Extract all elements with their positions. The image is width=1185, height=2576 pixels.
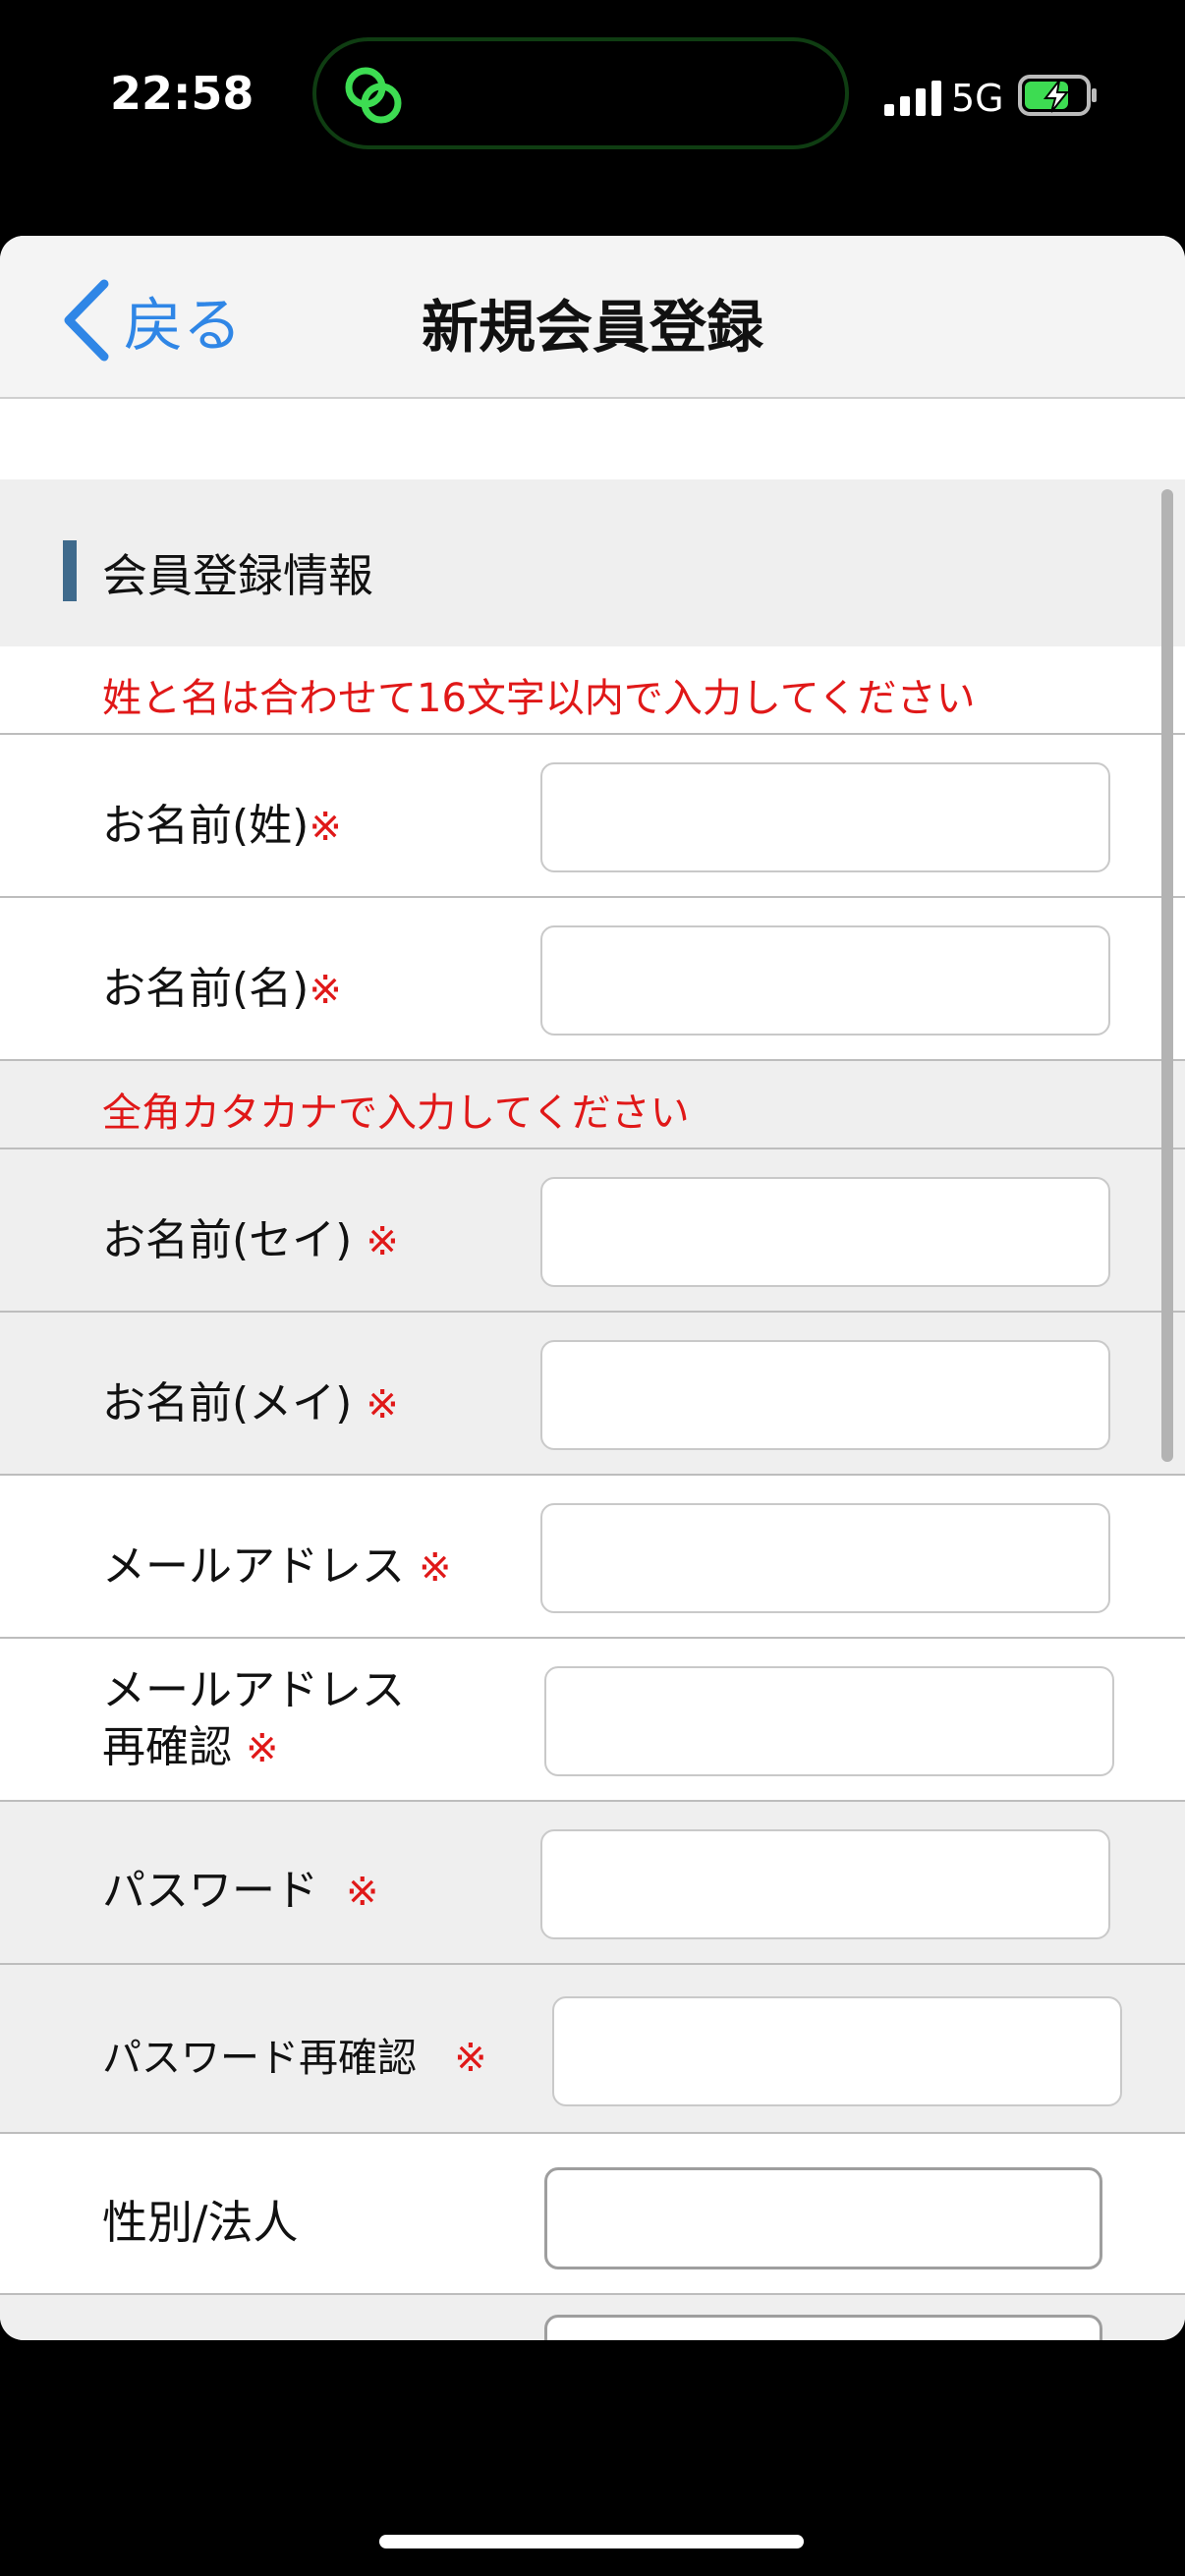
gender-label: 性別/法人 (102, 2196, 299, 2249)
kana-note-row: 全角カタカナで入力してください (0, 1061, 1185, 1149)
required-mark: ※ (309, 968, 342, 1013)
kana-note: 全角カタカナで入力してください (102, 1091, 690, 1136)
first-name-kana-input[interactable] (540, 1340, 1110, 1450)
name-length-note: 姓と名は合わせて16文字以内で入力してください (102, 676, 976, 721)
required-mark: ※ (454, 2036, 487, 2081)
page-title: 新規会員登録 (421, 294, 763, 361)
next-row-partial (0, 2295, 1185, 2340)
required-mark: ※ (366, 1219, 399, 1264)
signal-icon (884, 81, 941, 116)
email-confirm-input[interactable] (544, 1666, 1114, 1776)
required-mark: ※ (309, 805, 342, 850)
password-confirm-input[interactable] (552, 1996, 1122, 2106)
name-note-row: 姓と名は合わせて16文字以内で入力してください (0, 646, 1185, 735)
section-marker (63, 540, 77, 601)
required-mark: ※ (345, 1870, 379, 1915)
last-name-row: お名前(姓)※ (0, 735, 1185, 898)
password-confirm-label: パスワード再確認 ※ (102, 2036, 487, 2081)
first-name-input[interactable] (540, 925, 1110, 1036)
link-app-icon (345, 67, 402, 124)
first-name-row: お名前(名)※ (0, 898, 1185, 1061)
network-type: 5G (951, 77, 1004, 120)
first-name-kana-label: お名前(メイ) ※ (102, 1378, 399, 1428)
email-confirm-label: メールアドレス 再確認 ※ (102, 1665, 405, 1772)
required-mark: ※ (419, 1545, 452, 1591)
password-input[interactable] (540, 1829, 1110, 1939)
next-select-partial[interactable] (544, 2315, 1102, 2340)
password-label: パスワード ※ (102, 1866, 379, 1916)
email-confirm-row: メールアドレス 再確認 ※ (0, 1639, 1185, 1802)
last-name-label: お名前(姓)※ (102, 801, 342, 851)
last-name-kana-row: お名前(セイ) ※ (0, 1149, 1185, 1313)
required-mark: ※ (366, 1382, 399, 1428)
gender-select[interactable] (544, 2167, 1102, 2269)
email-input[interactable] (540, 1503, 1110, 1613)
battery-charging-icon (1018, 75, 1097, 116)
email-row: メールアドレス ※ (0, 1476, 1185, 1639)
home-indicator[interactable] (379, 2535, 804, 2548)
scrollbar[interactable] (1161, 489, 1173, 1462)
section-header: 会員登録情報 (0, 479, 1185, 646)
last-name-kana-input[interactable] (540, 1177, 1110, 1287)
email-label: メールアドレス ※ (102, 1541, 452, 1592)
status-time: 22:58 (110, 67, 254, 120)
first-name-kana-row: お名前(メイ) ※ (0, 1313, 1185, 1476)
section-title: 会員登録情報 (102, 549, 373, 602)
last-name-kana-label: お名前(セイ) ※ (102, 1215, 399, 1265)
navigation-bar: 戻る 新規会員登録 (0, 236, 1185, 399)
password-confirm-row: パスワード再確認 ※ (0, 1965, 1185, 2134)
last-name-input[interactable] (540, 762, 1110, 872)
required-mark: ※ (246, 1726, 279, 1771)
password-row: パスワード ※ (0, 1802, 1185, 1965)
first-name-label: お名前(名)※ (102, 964, 342, 1014)
gender-row: 性別/法人 (0, 2134, 1185, 2295)
registration-sheet: 戻る 新規会員登録 会員登録情報 姓と名は合わせて16文字以内で入力してください… (0, 236, 1185, 2340)
